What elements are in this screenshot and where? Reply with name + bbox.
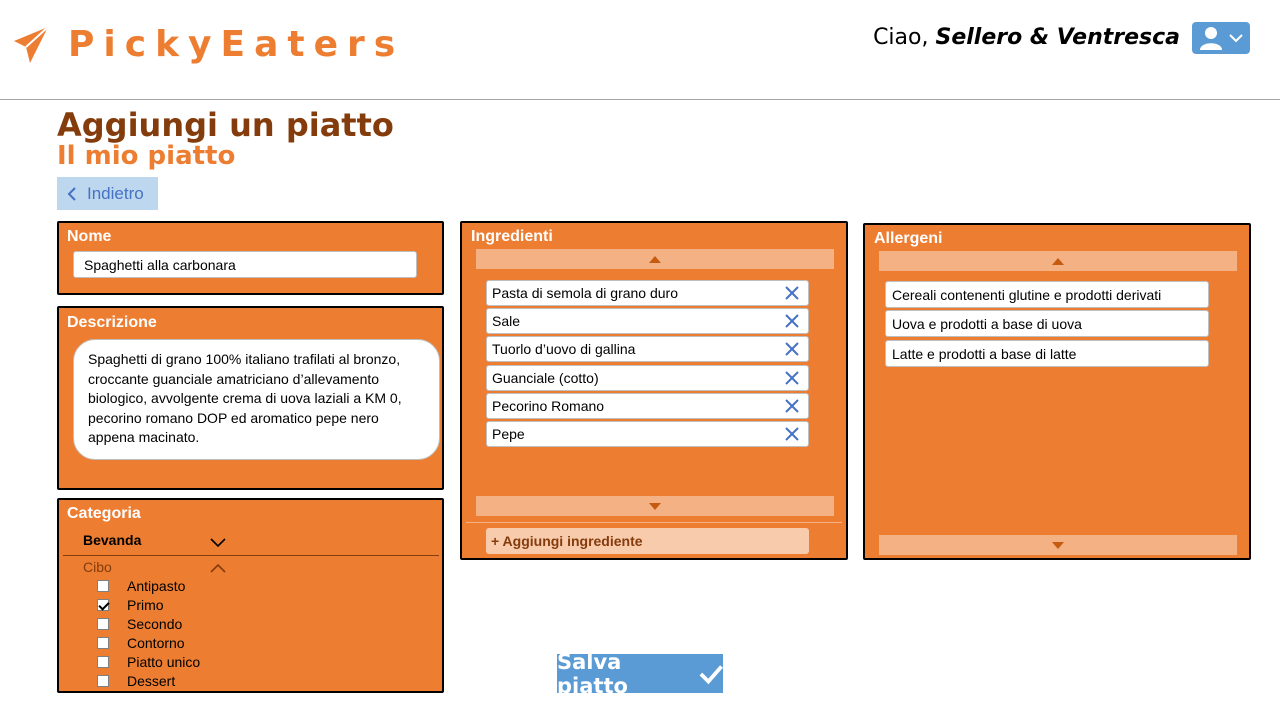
allergen-item[interactable]: Latte e prodotti a base di latte (885, 340, 1209, 367)
option-label: Piatto unico (127, 654, 201, 670)
triangle-down-icon (1052, 541, 1064, 549)
save-button[interactable]: Salva piatto (557, 650, 723, 698)
triangle-up-icon (649, 255, 661, 263)
checkbox[interactable] (97, 675, 109, 687)
app-header: PickyEaters Ciao, Sellero & Ventresca (0, 0, 1280, 100)
cibo-dropdown[interactable]: Cibo (83, 559, 112, 575)
categoria-option[interactable]: Dessert (97, 673, 175, 689)
bevanda-label: Bevanda (83, 532, 142, 548)
ingredient-label: Pecorino Romano (492, 398, 605, 414)
allergeni-panel: Allergeni Cereali contenenti glutine e p… (863, 223, 1251, 560)
cibo-label: Cibo (83, 559, 112, 575)
categoria-label: Categoria (67, 505, 141, 522)
ingredient-item[interactable]: Pepe (486, 421, 809, 447)
triangle-down-icon (649, 502, 661, 510)
checkbox[interactable] (97, 656, 109, 668)
ingredient-label: Tuorlo d’uovo di gallina (492, 341, 636, 357)
categoria-option[interactable]: Primo (97, 597, 164, 613)
ingredient-label: Sale (492, 313, 521, 329)
categoria-panel: Categoria Bevanda Cibo Antipasto Primo S… (57, 498, 444, 693)
chevron-down-icon[interactable] (209, 536, 227, 548)
remove-icon[interactable] (784, 398, 800, 414)
ingredient-label: Guanciale (cotto) (492, 370, 599, 386)
back-button[interactable]: Indietro (57, 177, 158, 210)
ingredient-label: Pepe (492, 426, 525, 442)
option-label: Dessert (127, 673, 176, 689)
back-label: Indietro (87, 183, 144, 203)
remove-icon[interactable] (784, 341, 800, 357)
allergeni-label: Allergeni (874, 230, 943, 247)
scroll-down-button[interactable] (476, 496, 834, 516)
user-name: Sellero & Ventresca (935, 25, 1180, 50)
scroll-down-button[interactable] (879, 535, 1237, 555)
nome-input[interactable]: Spaghetti alla carbonara (73, 251, 417, 278)
descrizione-textarea[interactable]: Spaghetti di grano 100% italiano trafila… (73, 339, 440, 460)
allergen-item[interactable]: Uova e prodotti a base di uova (885, 310, 1209, 337)
user-menu-button[interactable] (1192, 22, 1250, 54)
paper-plane-icon (14, 25, 49, 63)
categoria-option[interactable]: Contorno (97, 635, 185, 651)
chevron-up-icon[interactable] (209, 562, 227, 574)
page-title: Aggiungi un piatto (57, 106, 394, 144)
triangle-up-icon (1052, 257, 1064, 265)
add-ingredient-button[interactable]: + Aggiungi ingrediente (486, 528, 809, 554)
ingredienti-label: Ingredienti (471, 228, 553, 245)
scroll-up-button[interactable] (476, 249, 834, 269)
nome-panel: Nome Spaghetti alla carbonara (57, 221, 444, 295)
remove-icon[interactable] (784, 285, 800, 301)
nome-label: Nome (67, 228, 112, 245)
categoria-divider (63, 555, 439, 556)
option-label: Antipasto (127, 578, 186, 594)
chevron-left-icon (67, 186, 76, 201)
ingredient-item[interactable]: Guanciale (cotto) (486, 365, 809, 391)
checkbox[interactable] (97, 637, 109, 649)
ingredient-item[interactable]: Tuorlo d’uovo di gallina (486, 336, 809, 362)
app-name: PickyEaters (68, 24, 405, 65)
categoria-option[interactable]: Secondo (97, 616, 182, 632)
user-greeting: Ciao, Sellero & Ventresca (873, 25, 1180, 50)
greeting-text: Ciao, (873, 25, 929, 50)
option-label: Contorno (127, 635, 185, 651)
option-label: Primo (127, 597, 164, 613)
checkbox[interactable] (97, 580, 109, 592)
user-icon (1200, 27, 1222, 50)
scroll-up-button[interactable] (879, 251, 1237, 271)
ingredient-item[interactable]: Pasta di semola di grano duro (486, 280, 809, 306)
page-subtitle: Il mio piatto (57, 141, 236, 171)
descrizione-panel: Descrizione Spaghetti di grano 100% ital… (57, 306, 444, 490)
remove-icon[interactable] (784, 370, 800, 386)
ingredienti-panel: Ingredienti Pasta di semola di grano dur… (460, 221, 848, 560)
allergen-item[interactable]: Cereali contenenti glutine e prodotti de… (885, 281, 1209, 308)
app-logo[interactable]: PickyEaters (12, 24, 404, 65)
ingredient-label: Pasta di semola di grano duro (492, 285, 678, 301)
remove-icon[interactable] (784, 313, 800, 329)
save-label: Salva piatto (557, 649, 628, 698)
categoria-option[interactable]: Antipasto (97, 578, 185, 594)
option-label: Secondo (127, 616, 183, 632)
ingredienti-divider (466, 522, 842, 523)
checkbox[interactable] (97, 618, 109, 630)
checkbox-checked[interactable] (97, 599, 109, 611)
categoria-option[interactable]: Piatto unico (97, 654, 200, 670)
remove-icon[interactable] (784, 426, 800, 442)
descrizione-label: Descrizione (67, 314, 157, 331)
ingredient-item[interactable]: Pecorino Romano (486, 393, 809, 419)
checkmark-icon (699, 664, 723, 684)
ingredient-item[interactable]: Sale (486, 308, 809, 334)
chevron-down-icon (1229, 34, 1243, 43)
